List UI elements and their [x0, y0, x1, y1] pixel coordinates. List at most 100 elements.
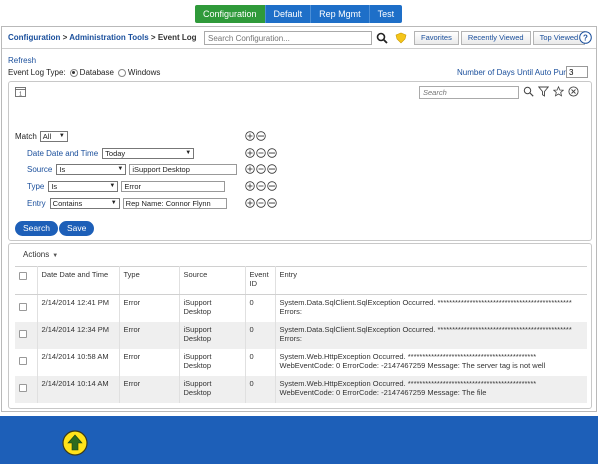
remove-icon[interactable] [256, 198, 266, 208]
column-header-type[interactable]: Type [119, 266, 180, 295]
refresh-link[interactable]: Refresh [8, 56, 36, 65]
cell-entry: System.Web.HttpException Occurred. *****… [279, 351, 546, 370]
search-icon[interactable] [376, 32, 388, 44]
event-log-type: Event Log Type: Database Windows [8, 68, 160, 77]
entry-ops [245, 198, 277, 208]
type-operator-select[interactable]: Is [48, 180, 119, 192]
breadcrumb-current: Event Log [157, 33, 197, 42]
top-nav: Configuration Default Rep Mgmt Test [195, 5, 403, 23]
breadcrumb-separator: > [150, 33, 156, 42]
filter-panel: 1 Match All Date Date and Time Today [8, 81, 592, 241]
search-button[interactable]: Search [15, 221, 58, 236]
remove-icon[interactable] [256, 181, 266, 191]
windows-label: Windows [127, 68, 161, 77]
type-ops [245, 181, 277, 191]
more-icon[interactable] [267, 198, 277, 208]
cell-date: 2/14/2014 10:14 AM [37, 375, 120, 403]
help-icon[interactable]: ? [579, 31, 592, 44]
tab-default[interactable]: Default [265, 5, 312, 23]
entry-value-input[interactable]: Rep Name: Connor Flynn [122, 197, 227, 209]
cell-type: Error [119, 348, 180, 376]
tab-configuration[interactable]: Configuration [195, 5, 266, 23]
remove-icon[interactable] [256, 148, 266, 158]
database-label: Database [79, 68, 114, 77]
type-value-input[interactable]: Error [121, 180, 226, 192]
row-checkbox[interactable] [19, 383, 27, 392]
add-icon[interactable] [245, 198, 255, 208]
more-icon[interactable] [256, 131, 266, 141]
source-ops [245, 164, 277, 174]
actions-menu[interactable]: Actions ▼ [23, 250, 58, 259]
configuration-search-input[interactable] [204, 31, 372, 45]
breadcrumb-administration-tools[interactable]: Administration Tools [69, 33, 148, 42]
breadcrumb: Configuration > Administration Tools > E… [8, 33, 197, 42]
tab-test[interactable]: Test [369, 5, 403, 23]
table-row[interactable]: 2/14/2014 12:34 PM Error iSupport Deskto… [15, 321, 587, 349]
row-checkbox[interactable] [19, 329, 27, 338]
cell-type: Error [119, 294, 180, 322]
entry-operator-select[interactable]: Contains [49, 197, 120, 209]
windows-radio[interactable] [117, 68, 126, 77]
badge-icon[interactable] [395, 32, 407, 44]
star-icon[interactable] [553, 86, 564, 97]
row-select-cell [15, 375, 38, 403]
search-icon[interactable] [523, 86, 534, 97]
table-row[interactable]: 2/14/2014 12:41 PM Error iSupport Deskto… [15, 294, 587, 322]
table-row[interactable]: 2/14/2014 10:58 AM Error iSupport Deskto… [15, 348, 587, 376]
filter-field-label: Type [27, 181, 45, 191]
purge-label: Number of Days Until Auto Purge: [457, 68, 578, 77]
top-viewed-button[interactable]: Top Viewed [532, 31, 586, 45]
event-log-table: Date Date and Time Type Source Event ID … [15, 266, 587, 403]
recently-viewed-button[interactable]: Recently Viewed [460, 31, 531, 45]
column-header-date[interactable]: Date Date and Time [37, 266, 120, 295]
column-header-event-id[interactable]: Event ID [245, 266, 276, 295]
row-checkbox[interactable] [19, 356, 27, 365]
column-header-source[interactable]: Source [179, 266, 246, 295]
add-icon[interactable] [245, 131, 255, 141]
select-all-checkbox[interactable] [19, 272, 27, 280]
event-log-type-label: Event Log Type: [8, 68, 66, 77]
match-select[interactable]: All [39, 130, 68, 142]
date-operator-select[interactable]: Today [102, 147, 195, 159]
cell-date: 2/14/2014 12:34 PM [37, 321, 120, 349]
remove-icon[interactable] [256, 164, 266, 174]
add-icon[interactable] [245, 148, 255, 158]
save-button[interactable]: Save [59, 221, 95, 236]
filter-search-input[interactable] [419, 86, 519, 99]
row-select-cell [15, 348, 38, 376]
tab-rep-mgmt[interactable]: Rep Mgmt [311, 5, 370, 23]
row-checkbox[interactable] [19, 303, 27, 311]
more-icon[interactable] [267, 164, 277, 174]
cell-date: 2/14/2014 10:58 AM [37, 348, 120, 376]
clear-icon[interactable] [568, 86, 579, 97]
more-icon[interactable] [267, 148, 277, 158]
table-row[interactable]: 2/14/2014 10:14 AM Error iSupport Deskto… [15, 375, 587, 403]
source-value-input[interactable]: iSupport Desktop [129, 163, 238, 175]
actions-label: Actions [23, 250, 50, 259]
filter-row-date: Date Date and Time Today [27, 146, 195, 160]
upload-arrow-icon[interactable] [62, 430, 88, 456]
cell-source: iSupport Desktop [179, 348, 246, 376]
purge-days-input[interactable] [566, 66, 588, 78]
column-header-entry[interactable]: Entry [275, 266, 587, 295]
database-radio[interactable] [69, 68, 78, 77]
filter-row-source: Source Is iSupport Desktop [27, 162, 238, 176]
header-buttons: Favorites Recently Viewed Top Viewed [414, 31, 587, 45]
calendar-icon[interactable]: 1 [15, 86, 26, 97]
add-icon[interactable] [245, 181, 255, 191]
cell-entry: System.Data.SqlClient.SqlException Occur… [275, 321, 587, 349]
filter-field-label: Entry [27, 198, 46, 208]
add-icon[interactable] [245, 164, 255, 174]
favorites-button[interactable]: Favorites [414, 31, 459, 45]
filter-icon[interactable] [538, 86, 549, 97]
match-row: Match All [15, 129, 68, 143]
cell-event-id: 0 [245, 321, 276, 349]
cell-event-id: 0 [245, 375, 276, 403]
match-label: Match [15, 131, 37, 141]
table-header-row: Date Date and Time Type Source Event ID … [15, 266, 587, 295]
more-icon[interactable] [267, 181, 277, 191]
breadcrumb-configuration[interactable]: Configuration [8, 33, 60, 42]
match-ops [245, 131, 266, 141]
source-operator-select[interactable]: Is [56, 163, 127, 175]
breadcrumb-separator: > [62, 33, 68, 42]
